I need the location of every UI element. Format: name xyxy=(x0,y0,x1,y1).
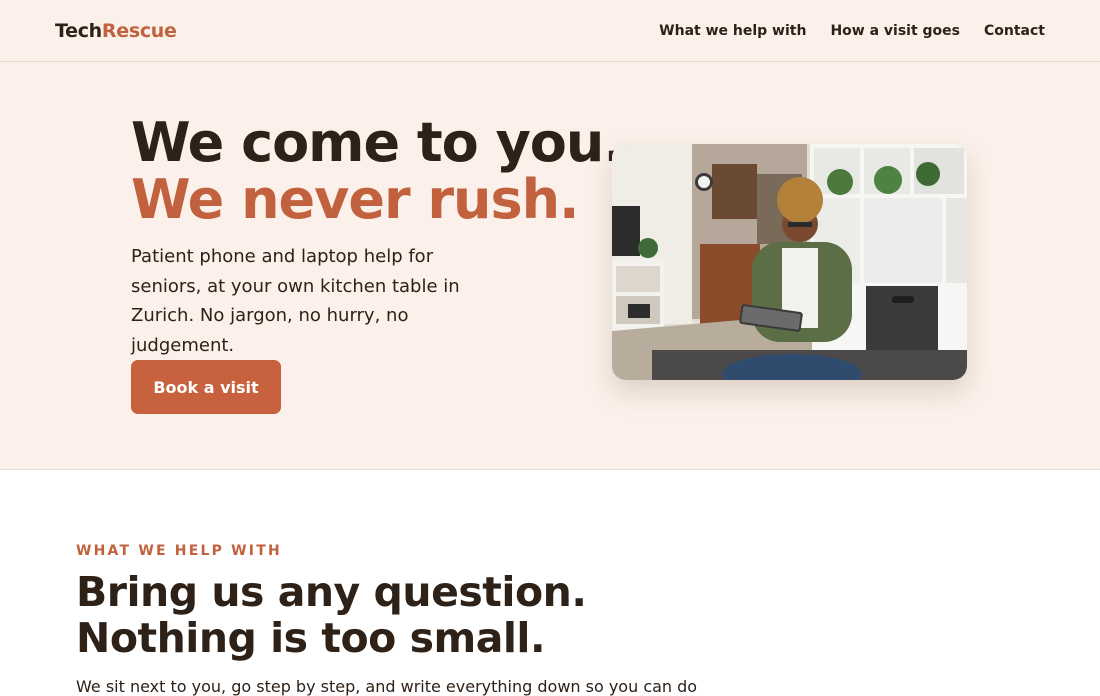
what-we-help-with-section: WHAT WE HELP WITH Bring us any question.… xyxy=(0,471,1100,696)
hero-headline-line1: We come to you. xyxy=(131,111,624,174)
book-visit-button[interactable]: Book a visit xyxy=(131,360,281,414)
hero-headline-line2: We never rush. xyxy=(131,168,580,231)
section-heading: Bring us any question. Nothing is too sm… xyxy=(76,568,587,662)
section-eyebrow: WHAT WE HELP WITH xyxy=(76,543,282,559)
hero-section: We come to you. We never rush. Patient p… xyxy=(0,62,1100,470)
hero-photo xyxy=(612,144,967,380)
nav-link-how-a-visit-goes[interactable]: How a visit goes xyxy=(830,23,960,39)
site-header: TechRescue What we help with How a visit… xyxy=(0,0,1100,62)
hero-headline: We come to you. We never rush. xyxy=(131,111,624,231)
section-heading-line2: Nothing is too small. xyxy=(76,614,546,662)
main-nav: What we help with How a visit goes Conta… xyxy=(659,23,1045,39)
logo-part2: Rescue xyxy=(101,19,177,42)
hero-description: Patient phone and laptop help for senior… xyxy=(131,246,460,356)
hero-photo-illustration xyxy=(612,144,967,380)
nav-link-what-we-help-with[interactable]: What we help with xyxy=(659,23,806,39)
logo[interactable]: TechRescue xyxy=(55,20,177,42)
section-heading-line1: Bring us any question. xyxy=(76,568,587,616)
nav-link-contact[interactable]: Contact xyxy=(984,23,1045,39)
logo-part1: Tech xyxy=(55,19,102,42)
